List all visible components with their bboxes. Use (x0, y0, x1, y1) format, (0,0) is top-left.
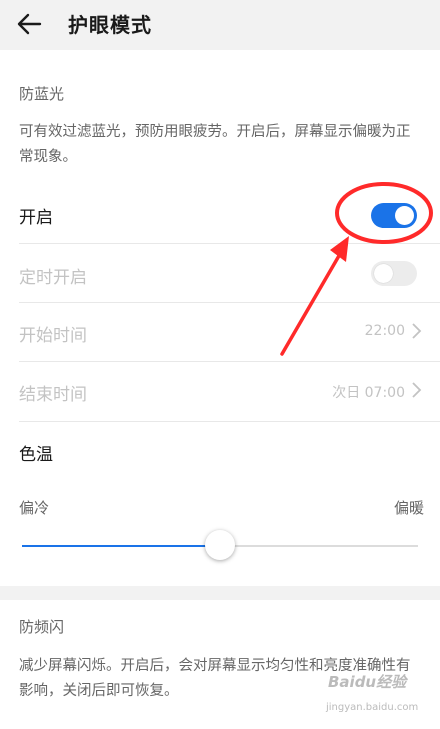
section-label-blue-light: 防蓝光 (19, 85, 65, 103)
section-label-anti-flicker: 防频闪 (19, 618, 65, 636)
top-bar: 护眼模式 (0, 0, 440, 50)
watermark: Baidu经验 (328, 673, 407, 691)
slider-min-label: 偏冷 (19, 499, 50, 517)
toggle-knob (374, 264, 393, 283)
divider (19, 361, 440, 362)
toggle-knob (395, 206, 414, 225)
annotation-arrow-head (330, 236, 349, 262)
start-time-label: 开始时间 (19, 326, 87, 346)
watermark-sub: jingyan.baidu.com (326, 702, 419, 713)
enable-toggle[interactable] (371, 203, 417, 228)
end-time-value[interactable]: 次日 07:00 (332, 382, 405, 402)
slider-fill (22, 545, 220, 547)
blue-light-description: 可有效过滤蓝光，预防用眼疲劳。开启后，屏幕显示偏暖为正常现象。 (19, 124, 411, 165)
end-time-label: 结束时间 (19, 385, 87, 405)
page-title: 护眼模式 (68, 13, 152, 37)
arrow-left-icon[interactable] (14, 8, 48, 40)
chevron-right-icon (412, 323, 422, 339)
schedule-toggle[interactable] (371, 261, 417, 286)
color-temp-label: 色温 (19, 445, 53, 465)
divider (19, 302, 440, 303)
annotation-overlay (280, 182, 433, 356)
divider (19, 421, 440, 422)
schedule-label: 定时开启 (19, 268, 87, 288)
divider (19, 243, 440, 244)
section-gap (0, 586, 440, 600)
start-time-value[interactable]: 22:00 (365, 323, 405, 339)
slider-thumb[interactable] (205, 530, 235, 560)
slider-max-label: 偏暖 (393, 499, 424, 517)
chevron-right-icon (412, 382, 422, 398)
enable-label: 开启 (19, 208, 53, 228)
annotation-arrow-line (280, 252, 342, 356)
color-temp-slider[interactable] (22, 530, 418, 560)
